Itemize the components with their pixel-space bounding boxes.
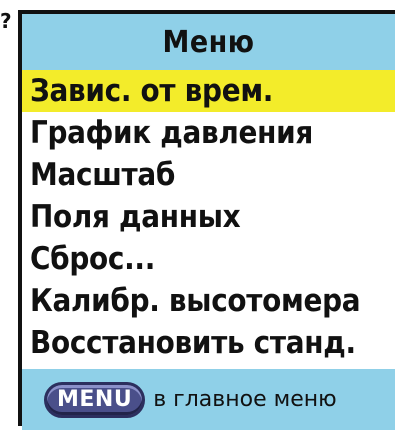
footer-bar: MENU в главное меню	[22, 369, 395, 430]
menu-item-reset[interactable]: Сброс...	[22, 238, 395, 280]
menu-screen: Меню Завис. от врем. График давления Мас…	[18, 10, 395, 430]
title-bar: Меню	[22, 14, 395, 70]
menu-item-calibrate-altimeter[interactable]: Калибр. высотомера	[22, 280, 395, 322]
device-screen: ? Меню Завис. от врем. График давления М…	[0, 0, 395, 430]
menu-item-scale[interactable]: Масштаб	[22, 154, 395, 196]
edge-mark: ?	[0, 9, 12, 33]
menu-item-time-dependent[interactable]: Завис. от врем.	[22, 70, 395, 112]
menu-item-data-fields[interactable]: Поля данных	[22, 196, 395, 238]
page-title: Меню	[162, 24, 255, 60]
menu-item-pressure-graph[interactable]: График давления	[22, 112, 395, 154]
menu-key-icon[interactable]: MENU	[44, 381, 146, 418]
footer-hint: в главное меню	[153, 387, 337, 412]
menu-item-restore-defaults[interactable]: Восстановить станд.	[22, 322, 395, 364]
menu-key-label: MENU	[57, 387, 133, 412]
menu-list: Завис. от врем. График давления Масштаб …	[22, 70, 395, 364]
